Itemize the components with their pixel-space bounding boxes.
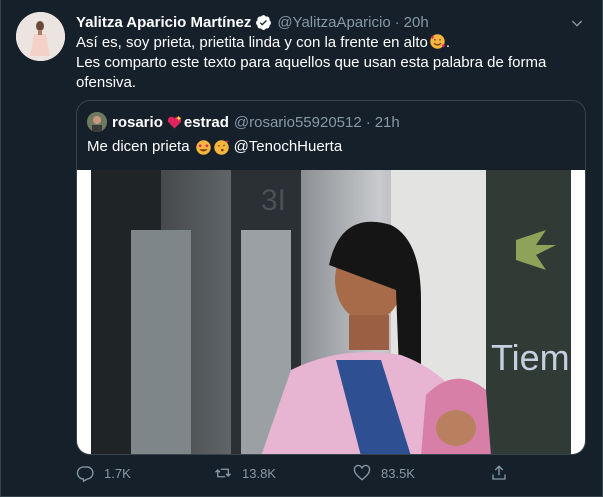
quoted-photo[interactable]: Tiem 3I (91, 170, 571, 454)
author-avatar[interactable] (16, 12, 65, 61)
quoted-text: Me dicen prieta @TenochHuerta (87, 137, 342, 157)
like-button[interactable]: 83.5K (353, 464, 415, 482)
author-name[interactable]: Yalitza Aparicio Martínez (76, 14, 251, 31)
share-button[interactable] (490, 464, 508, 482)
quoted-tweet[interactable]: rosario estrad @rosario55920512 · 21h Me… (76, 100, 586, 455)
reply-button[interactable]: 1.7K (76, 464, 131, 482)
separator: · (365, 113, 371, 131)
svg-text:Tiem: Tiem (491, 337, 570, 378)
quoted-header: rosario estrad @rosario55920512 · 21h (87, 111, 575, 133)
retweet-button[interactable]: 13.8K (214, 464, 276, 482)
quoted-avatar[interactable] (87, 112, 107, 132)
tweet-actions: 1.7K 13.8K 83.5K (76, 462, 586, 486)
share-icon (492, 465, 506, 480)
quoted-handle[interactable]: @rosario55920512 (234, 114, 362, 131)
retweet-icon (215, 468, 231, 478)
reply-icon (76, 466, 94, 482)
svg-text:3I: 3I (261, 184, 286, 217)
heart-icon (353, 464, 371, 481)
mention-link[interactable]: @TenochHuerta (234, 137, 343, 157)
quoted-name-part-2[interactable]: estrad (184, 114, 229, 131)
tweet-timestamp[interactable]: 20h (404, 14, 429, 31)
reply-count: 1.7K (104, 465, 131, 481)
quoted-name-part-1[interactable]: rosario (112, 114, 163, 131)
tweet-line-1: Así es, soy prieta, prietita linda y con… (76, 34, 428, 51)
quoted-timestamp[interactable]: 21h (375, 114, 400, 131)
tweet-line-1-end: . (445, 34, 451, 51)
separator: · (394, 13, 400, 31)
smiling-hearts-emoji-icon (430, 34, 446, 49)
like-count: 83.5K (381, 465, 415, 481)
chevron-down-icon[interactable] (566, 12, 588, 34)
tweet-header: Yalitza Aparicio Martínez @YalitzaAparic… (76, 11, 563, 33)
retweet-count: 13.8K (242, 465, 276, 481)
heart-eyes-emoji-icon (195, 139, 211, 155)
kissing-face-emoji-icon (213, 139, 229, 155)
tweet-line-2: Les comparto este texto para aquellos qu… (76, 54, 547, 91)
quoted-media[interactable]: Tiem 3I (77, 170, 585, 454)
tweet-text: Así es, soy prieta, prietita linda y con… (76, 33, 576, 93)
sparkling-heart-icon (167, 115, 182, 128)
author-handle[interactable]: @YalitzaAparicio (277, 14, 390, 31)
quoted-text-body: Me dicen prieta (87, 138, 190, 155)
verified-badge-icon (256, 14, 272, 30)
